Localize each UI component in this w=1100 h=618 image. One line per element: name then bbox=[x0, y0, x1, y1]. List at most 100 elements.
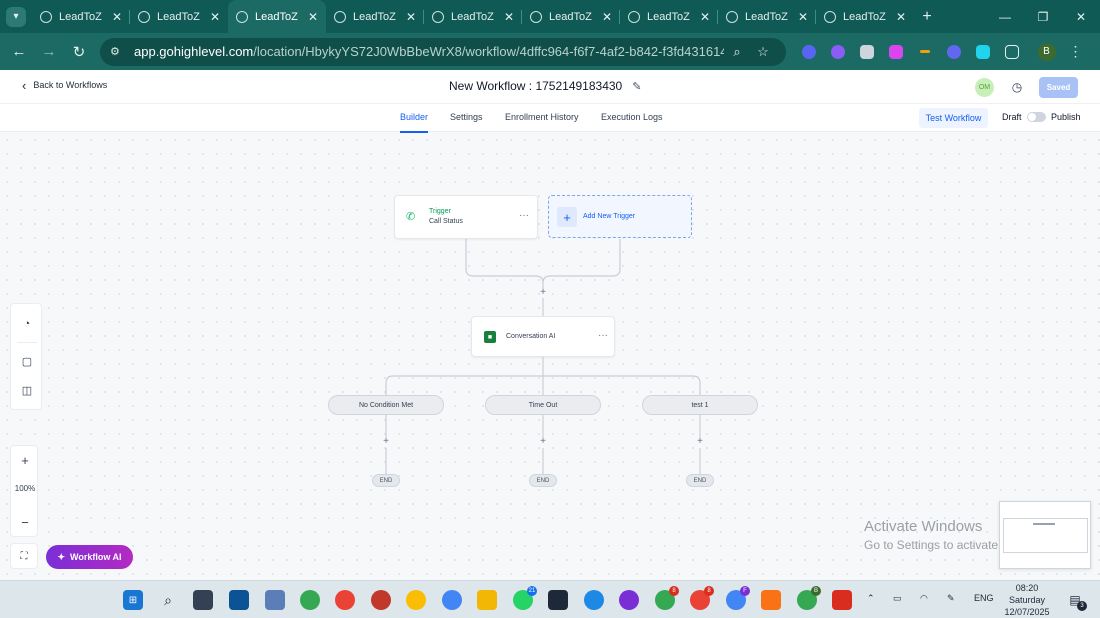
workflow-canvas[interactable]: ✆ Trigger Call Status ··· + Add New Trig… bbox=[0, 133, 1100, 580]
zoom-icon[interactable]: ⌕ bbox=[724, 44, 750, 60]
battery-icon[interactable]: ▭ bbox=[893, 593, 902, 604]
language-indicator[interactable]: ENG bbox=[974, 593, 994, 603]
add-action-button[interactable]: + bbox=[381, 436, 391, 447]
chrome-icon[interactable]: 8 bbox=[690, 586, 714, 610]
more-options-icon[interactable]: ··· bbox=[598, 330, 608, 341]
extension-pen-icon[interactable] bbox=[910, 37, 939, 67]
chrome-icon[interactable] bbox=[619, 590, 639, 610]
browser-tab[interactable]: LeadToZ ✕ bbox=[326, 0, 424, 33]
chrome-icon[interactable] bbox=[300, 590, 320, 610]
browser-tab[interactable]: LeadToZ ✕ bbox=[130, 0, 228, 33]
extensions-puzzle-icon[interactable] bbox=[997, 37, 1026, 67]
chrome-icon[interactable] bbox=[442, 590, 462, 610]
reload-icon[interactable]: ↻ bbox=[64, 37, 94, 67]
tab-builder[interactable]: Builder bbox=[400, 112, 429, 133]
site-info-icon[interactable]: ⚙ bbox=[110, 45, 124, 59]
extension-square-icon[interactable] bbox=[968, 37, 997, 67]
chrome-icon[interactable]: 8 bbox=[655, 586, 679, 610]
profile-avatar[interactable]: B bbox=[1032, 37, 1061, 67]
back-to-workflows-link[interactable]: ‹ Back to Workflows bbox=[22, 79, 107, 92]
browser-tab[interactable]: LeadToZ ✕ bbox=[522, 0, 620, 33]
branch-time-out[interactable]: Time Out bbox=[485, 395, 601, 415]
close-tab-icon[interactable]: ✕ bbox=[896, 10, 906, 24]
notification-icon[interactable]: ▤ 3 bbox=[1066, 591, 1087, 611]
add-action-button[interactable]: + bbox=[538, 287, 548, 298]
test-workflow-button[interactable]: Test Workflow bbox=[919, 108, 988, 128]
browser-menu-icon[interactable]: ⋮ bbox=[1061, 37, 1090, 67]
task-view-icon[interactable] bbox=[193, 590, 213, 610]
address-bar[interactable]: ⚙ app.gohighlevel.com/location/HbykyYS72… bbox=[100, 37, 786, 66]
minimize-icon[interactable]: — bbox=[986, 0, 1024, 33]
conversation-ai-node[interactable]: ■ Conversation AI ··· bbox=[471, 316, 615, 357]
vlc-icon[interactable] bbox=[761, 590, 781, 610]
note-icon[interactable]: ◫ bbox=[11, 380, 43, 400]
system-clock[interactable]: 08:20 Saturday 12/07/2025 bbox=[1001, 581, 1053, 618]
trigger-node[interactable]: ✆ Trigger Call Status ··· bbox=[394, 195, 538, 239]
browser-toolbar: ← → ↻ ⚙ app.gohighlevel.com/location/Hby… bbox=[0, 33, 1100, 70]
browser-tab[interactable]: LeadToZ ✕ bbox=[620, 0, 718, 33]
browser-tab[interactable]: LeadToZ ✕ bbox=[816, 0, 914, 33]
chrome-icon[interactable]: B bbox=[797, 586, 821, 610]
close-tab-icon[interactable]: ✕ bbox=[308, 10, 318, 24]
branch-test-1[interactable]: test 1 bbox=[642, 395, 758, 415]
browser-app-icon[interactable] bbox=[584, 590, 604, 610]
chrome-icon[interactable] bbox=[406, 590, 426, 610]
wifi-icon[interactable]: ◠ bbox=[920, 593, 928, 604]
chevron-up-icon[interactable]: ⌃ bbox=[867, 593, 875, 604]
browser-tab[interactable]: LeadToZ ✕ bbox=[718, 0, 816, 33]
whatsapp-icon[interactable]: 21 bbox=[513, 586, 537, 610]
avatar[interactable]: OM bbox=[975, 78, 994, 97]
zoom-out-button[interactable]: − bbox=[11, 509, 39, 535]
extension-download-icon[interactable] bbox=[881, 37, 910, 67]
chrome-icon[interactable]: F bbox=[726, 586, 750, 610]
add-action-button[interactable]: + bbox=[695, 436, 705, 447]
close-tab-icon[interactable]: ✕ bbox=[798, 10, 808, 24]
close-tab-icon[interactable]: ✕ bbox=[112, 10, 122, 24]
pen-icon[interactable]: ✎ bbox=[947, 593, 955, 604]
browser-tab[interactable]: LeadToZ ✕ bbox=[424, 0, 522, 33]
add-new-trigger-button[interactable]: + Add New Trigger bbox=[548, 195, 692, 238]
add-action-button[interactable]: + bbox=[538, 436, 548, 447]
history-icon[interactable]: ◔ bbox=[11, 314, 43, 334]
workflow-ai-button[interactable]: ✦ Workflow AI bbox=[46, 545, 133, 569]
close-tab-icon[interactable]: ✕ bbox=[406, 10, 416, 24]
forward-arrow-icon[interactable]: → bbox=[34, 37, 64, 67]
zoom-in-button[interactable]: + bbox=[11, 447, 39, 473]
close-tab-icon[interactable]: ✕ bbox=[700, 10, 710, 24]
extension-camera-icon[interactable] bbox=[852, 37, 881, 67]
history-icon[interactable]: ◷ bbox=[1008, 78, 1026, 96]
tab-search-button[interactable]: ▾ bbox=[0, 0, 32, 33]
tab-execution-logs[interactable]: Execution Logs bbox=[601, 112, 663, 122]
fit-to-screen-icon[interactable]: ⛶ bbox=[10, 543, 38, 569]
snipping-tool-icon[interactable] bbox=[832, 590, 852, 610]
close-tab-icon[interactable]: ✕ bbox=[504, 10, 514, 24]
extension-purple-icon[interactable] bbox=[823, 37, 852, 67]
close-tab-icon[interactable]: ✕ bbox=[602, 10, 612, 24]
more-options-icon[interactable]: ··· bbox=[519, 210, 529, 221]
browser-tab-active[interactable]: LeadToZ ✕ bbox=[228, 0, 326, 33]
extension-discord-icon[interactable] bbox=[794, 37, 823, 67]
publish-toggle[interactable] bbox=[1027, 112, 1046, 122]
extension-circle-icon[interactable] bbox=[939, 37, 968, 67]
folder-icon[interactable] bbox=[477, 590, 497, 610]
chrome-icon[interactable] bbox=[335, 590, 355, 610]
tab-enrollment-history[interactable]: Enrollment History bbox=[505, 112, 579, 122]
close-tab-icon[interactable]: ✕ bbox=[210, 10, 220, 24]
widgets-icon[interactable] bbox=[229, 590, 249, 610]
new-tab-button[interactable]: + bbox=[914, 0, 940, 33]
bookmark-star-icon[interactable]: ☆ bbox=[750, 44, 776, 60]
edit-pencil-icon[interactable]: ✎ bbox=[632, 80, 641, 93]
back-arrow-icon[interactable]: ← bbox=[4, 37, 34, 67]
sticky-notes-icon[interactable] bbox=[548, 590, 568, 610]
browser-tab[interactable]: LeadToZ ✕ bbox=[32, 0, 130, 33]
saved-button[interactable]: Saved bbox=[1039, 77, 1078, 98]
restore-icon[interactable]: ❐ bbox=[1024, 0, 1062, 33]
branch-no-condition-met[interactable]: No Condition Met bbox=[328, 395, 444, 415]
comment-icon[interactable]: ▢ bbox=[11, 351, 43, 371]
file-app-icon[interactable] bbox=[265, 590, 285, 610]
close-window-icon[interactable]: ✕ bbox=[1062, 0, 1100, 33]
search-icon[interactable]: ⌕ bbox=[158, 590, 178, 610]
tab-settings[interactable]: Settings bbox=[450, 112, 483, 122]
windows-start-icon[interactable]: ⊞ bbox=[123, 590, 143, 610]
chrome-icon[interactable] bbox=[371, 590, 391, 610]
